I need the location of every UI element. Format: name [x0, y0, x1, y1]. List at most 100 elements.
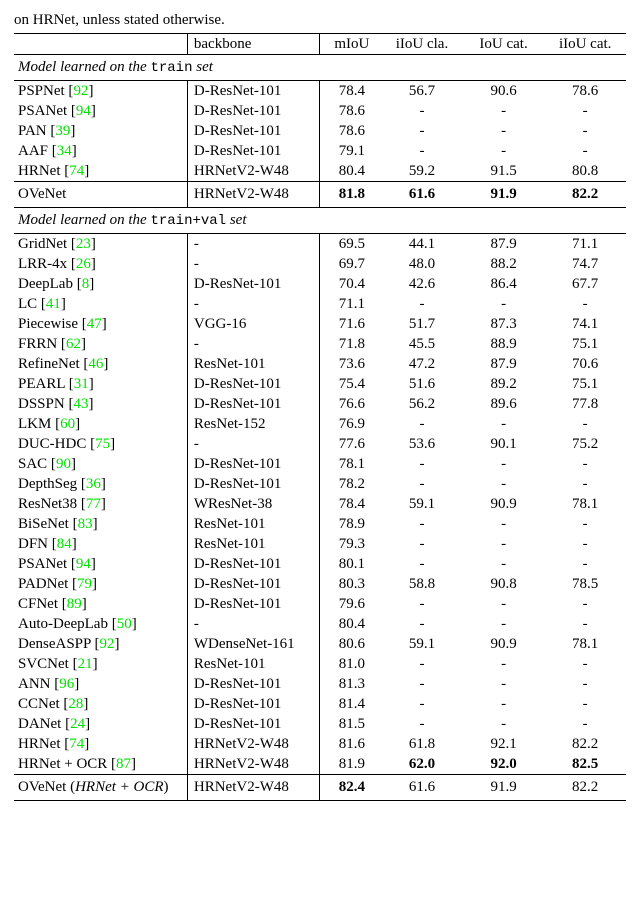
iiou-cat: 74.7: [544, 254, 626, 274]
iou-cat: 90.8: [463, 574, 545, 594]
iou-cat: -: [463, 141, 545, 161]
backbone: HRNetV2-W48: [187, 775, 320, 801]
citation-link[interactable]: 75: [95, 436, 110, 452]
citation-link[interactable]: 90: [56, 456, 71, 472]
citation-link[interactable]: 43: [73, 396, 88, 412]
iiou-cla: 58.8: [381, 574, 463, 594]
iou-cat: 90.9: [463, 634, 545, 654]
iiou-cat: -: [544, 554, 626, 574]
citation-link[interactable]: 84: [57, 536, 72, 552]
citation-link[interactable]: 79: [77, 576, 92, 592]
method-name: PSANet [94]: [14, 554, 187, 574]
method-name: Piecewise [47]: [14, 314, 187, 334]
miou: 81.9: [320, 754, 381, 775]
backbone: D-ResNet-101: [187, 454, 320, 474]
iiou-cla: 42.6: [381, 274, 463, 294]
miou: 81.5: [320, 714, 381, 734]
citation-link[interactable]: 47: [87, 316, 102, 332]
backbone: D-ResNet-101: [187, 101, 320, 121]
iiou-cat: 75.1: [544, 374, 626, 394]
citation-link[interactable]: 92: [100, 636, 115, 652]
miou: 78.4: [320, 81, 381, 102]
backbone: HRNetV2-W48: [187, 734, 320, 754]
citation-link[interactable]: 89: [67, 596, 82, 612]
iiou-cat: 78.6: [544, 81, 626, 102]
citation-link[interactable]: 62: [66, 336, 81, 352]
iiou-cla: 59.1: [381, 634, 463, 654]
iiou-cla: -: [381, 101, 463, 121]
iiou-cla: 59.1: [381, 494, 463, 514]
method-name: HRNet [74]: [14, 734, 187, 754]
citation-link[interactable]: 8: [82, 276, 90, 292]
miou: 79.1: [320, 141, 381, 161]
iiou-cla: -: [381, 141, 463, 161]
citation-link[interactable]: 24: [70, 716, 85, 732]
iou-cat: 86.4: [463, 274, 545, 294]
iou-cat: 88.9: [463, 334, 545, 354]
citation-link[interactable]: 21: [78, 656, 93, 672]
citation-link[interactable]: 60: [60, 416, 75, 432]
backbone: WResNet-38: [187, 494, 320, 514]
backbone: -: [187, 234, 320, 255]
iiou-cla: -: [381, 594, 463, 614]
backbone: D-ResNet-101: [187, 554, 320, 574]
method-name: CCNet [28]: [14, 694, 187, 714]
iiou-cla: 51.7: [381, 314, 463, 334]
citation-link[interactable]: 96: [59, 676, 74, 692]
citation-link[interactable]: 26: [76, 256, 91, 272]
citation-link[interactable]: 50: [117, 616, 132, 632]
iiou-cat: 82.2: [544, 775, 626, 801]
citation-link[interactable]: 31: [74, 376, 89, 392]
iiou-cla: 61.8: [381, 734, 463, 754]
citation-link[interactable]: 41: [46, 296, 61, 312]
iou-cat: 87.9: [463, 354, 545, 374]
citation-link[interactable]: 74: [69, 736, 84, 752]
iiou-cla: 56.7: [381, 81, 463, 102]
citation-link[interactable]: 39: [55, 123, 70, 139]
citation-link[interactable]: 83: [78, 516, 93, 532]
miou: 73.6: [320, 354, 381, 374]
citation-link[interactable]: 23: [76, 236, 91, 252]
section-title: Model learned on the train+val set: [14, 208, 626, 234]
iiou-cla: -: [381, 294, 463, 314]
iiou-cat: -: [544, 654, 626, 674]
method-name: PEARL [31]: [14, 374, 187, 394]
miou: 81.3: [320, 674, 381, 694]
iiou-cat: 71.1: [544, 234, 626, 255]
iiou-cat: -: [544, 514, 626, 534]
backbone: D-ResNet-101: [187, 594, 320, 614]
citation-link[interactable]: 77: [86, 496, 101, 512]
citation-link[interactable]: 94: [76, 556, 91, 572]
miou: 77.6: [320, 434, 381, 454]
method-name: GridNet [23]: [14, 234, 187, 255]
miou: 80.4: [320, 161, 381, 182]
backbone: D-ResNet-101: [187, 374, 320, 394]
miou: 80.3: [320, 574, 381, 594]
citation-link[interactable]: 28: [68, 696, 83, 712]
iou-cat: 90.9: [463, 494, 545, 514]
citation-link[interactable]: 92: [73, 83, 88, 99]
header-iiou-cla: iIoU cla.: [381, 34, 463, 55]
iou-cat: -: [463, 101, 545, 121]
iiou-cat: 78.1: [544, 634, 626, 654]
iou-cat: 92.0: [463, 754, 545, 775]
citation-link[interactable]: 46: [88, 356, 103, 372]
method-name: HRNet [74]: [14, 161, 187, 182]
iiou-cat: -: [544, 694, 626, 714]
iiou-cat: 74.1: [544, 314, 626, 334]
backbone: HRNetV2-W48: [187, 182, 320, 208]
iiou-cat: -: [544, 141, 626, 161]
iou-cat: -: [463, 474, 545, 494]
iou-cat: -: [463, 294, 545, 314]
citation-link[interactable]: 34: [57, 143, 72, 159]
iou-cat: -: [463, 714, 545, 734]
iiou-cla: -: [381, 121, 463, 141]
citation-link[interactable]: 87: [116, 756, 131, 772]
iiou-cat: 82.2: [544, 182, 626, 208]
miou: 81.0: [320, 654, 381, 674]
iiou-cla: -: [381, 514, 463, 534]
citation-link[interactable]: 74: [69, 163, 84, 179]
citation-link[interactable]: 94: [76, 103, 91, 119]
method-name: ANN [96]: [14, 674, 187, 694]
citation-link[interactable]: 36: [86, 476, 101, 492]
